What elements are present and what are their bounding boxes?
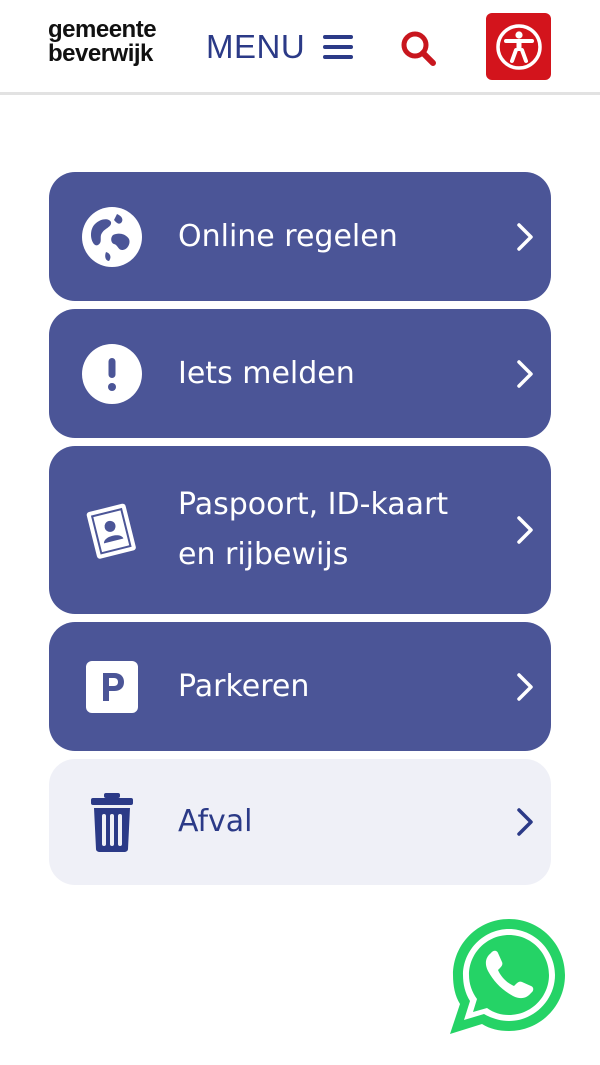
- quick-links: Online regelen Iets melden Paspoort, ID-…: [49, 172, 551, 893]
- chevron-right-icon: [517, 516, 533, 544]
- passport-icon: [81, 499, 143, 561]
- tile-label: Paspoort, ID-kaart en rijbewijs: [178, 487, 449, 572]
- accessibility-button[interactable]: [486, 13, 551, 80]
- chevron-right-icon: [517, 359, 533, 388]
- gemeente-beverwijk-logo[interactable]: gemeente beverwijk: [48, 16, 157, 67]
- menu-label: MENU: [206, 28, 306, 65]
- logo-line-2: beverwijk: [48, 40, 153, 67]
- logo-line-1: gemeente: [48, 16, 157, 43]
- search-button[interactable]: [398, 28, 438, 68]
- menu-button[interactable]: MENU: [206, 27, 354, 67]
- trash-icon: [81, 791, 143, 853]
- tile-label: Online regelen: [178, 218, 398, 254]
- accessibility-icon: [495, 23, 542, 70]
- whatsapp-icon: [450, 919, 565, 1034]
- chevron-right-icon: [517, 672, 533, 701]
- site-header: gemeente beverwijk MENU: [0, 0, 600, 95]
- exclamation-icon: [81, 343, 143, 405]
- tile-label: Iets melden: [178, 355, 355, 391]
- tile-paspoort-id-kaart-rijbewijs[interactable]: Paspoort, ID-kaart en rijbewijs: [49, 446, 551, 614]
- whatsapp-button[interactable]: [447, 913, 571, 1037]
- chevron-right-icon: [517, 808, 533, 836]
- parking-icon: [81, 656, 143, 718]
- chevron-right-icon: [517, 222, 533, 251]
- tile-iets-melden[interactable]: Iets melden: [49, 309, 551, 438]
- tile-online-regelen[interactable]: Online regelen: [49, 172, 551, 301]
- tile-label: Parkeren: [178, 668, 310, 704]
- search-icon: [401, 31, 436, 66]
- tile-parkeren[interactable]: Parkeren: [49, 622, 551, 751]
- tile-label: Afval: [178, 804, 253, 839]
- hamburger-icon: [323, 35, 354, 59]
- tile-afval[interactable]: Afval: [49, 759, 551, 885]
- globe-icon: [81, 206, 143, 268]
